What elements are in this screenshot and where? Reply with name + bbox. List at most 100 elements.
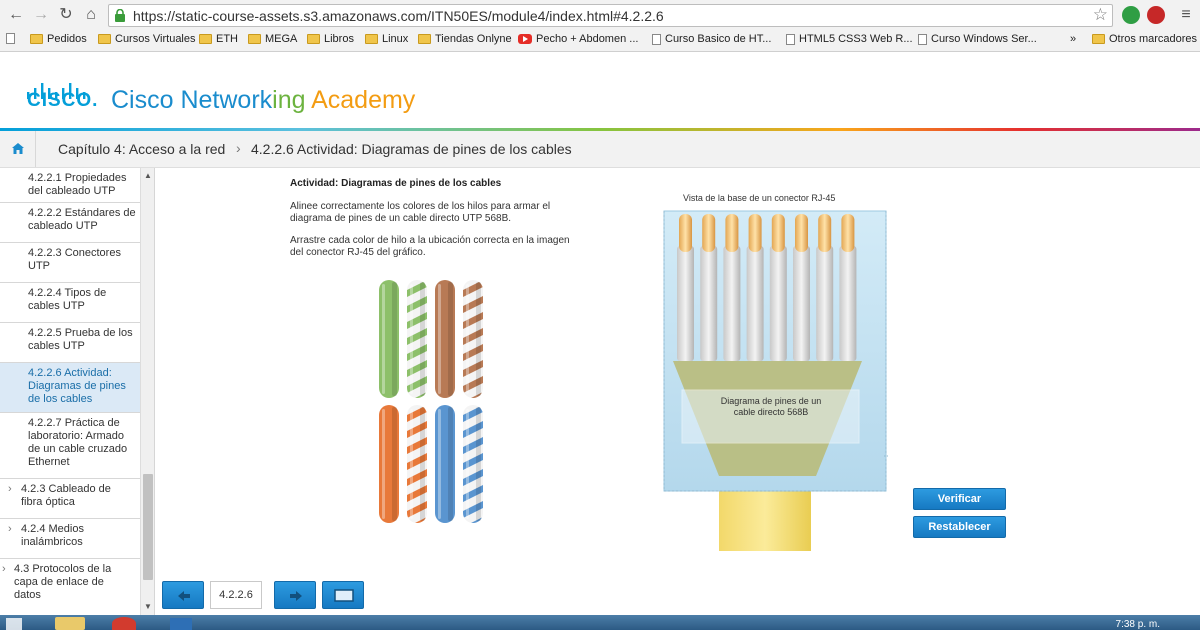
bookmark-star-icon[interactable]: ☆: [1093, 5, 1108, 25]
wire-azul[interactable]: [435, 405, 455, 523]
page-icon: [652, 33, 661, 45]
rj45-connector: [663, 210, 888, 551]
sidebar-item-4-3[interactable]: › 4.3 Protocolos de la capa de enlace de …: [0, 559, 140, 615]
scrollbar-thumb[interactable]: [143, 474, 153, 580]
sidebar-item-4-2-2-6[interactable]: 4.2.2.6 Actividad: Diagramas de pines de…: [0, 363, 140, 413]
chevron-right-icon: ›: [2, 563, 6, 575]
title-part-green: ing: [272, 86, 312, 114]
bookmark-label: Pedidos: [47, 33, 87, 45]
sidebar-item-label: 4.2.2.4 Tipos de cables UTP: [28, 287, 107, 312]
pin-slot-3[interactable]: [723, 214, 741, 361]
folder-icon: [98, 34, 111, 44]
sidebar-item-4-2-2-2[interactable]: 4.2.2.2 Estándares de cableado UTP: [0, 203, 140, 243]
sidebar-item-label: 4.2.2.5 Prueba de los cables UTP: [28, 327, 133, 352]
bookmark-linux[interactable]: Linux: [365, 33, 408, 45]
activity-instruction-1: Alinee correctamente los colores de los …: [290, 201, 551, 224]
bookmark-pedidos[interactable]: Pedidos: [30, 33, 87, 45]
bookmark-html5[interactable]: HTML5 CSS3 Web R...: [786, 33, 913, 45]
pin-slot-8[interactable]: [839, 214, 857, 361]
back-arrow-icon[interactable]: ←: [6, 5, 26, 25]
sidebar-item-label: 4.2.4 Medios inalámbricos: [21, 523, 84, 548]
previous-page-button[interactable]: [162, 581, 204, 609]
bookmarks-bar: Pedidos Cursos Virtuales ETH MEGA Libros…: [0, 30, 1200, 52]
bookmark-curso-html[interactable]: Curso Basico de HT...: [652, 33, 771, 45]
activity-instruction-2: Arrastre cada color de hilo a la ubicaci…: [290, 235, 570, 258]
pinout-diagram-label: Diagrama de pines de un cable directo 56…: [720, 396, 822, 417]
folder-icon: [30, 34, 43, 44]
lock-icon: [115, 9, 125, 22]
sidebar: 4.2.2.1 Propiedades del cableado UTP 4.2…: [0, 168, 155, 615]
bookmark-label: Curso Windows Ser...: [931, 33, 1037, 45]
verify-button[interactable]: Verificar: [913, 488, 1006, 510]
bookmark-label: HTML5 CSS3 Web R...: [799, 33, 913, 45]
pin-slot-1[interactable]: [677, 214, 694, 361]
bookmark-mega[interactable]: MEGA: [248, 33, 297, 45]
bookmark-pecho[interactable]: Pecho + Abdomen ...: [518, 33, 638, 45]
home-button[interactable]: [0, 131, 36, 167]
sidebar-item-4-2-2-3[interactable]: 4.2.2.3 Conectores UTP: [0, 243, 140, 283]
bookmark-libros[interactable]: Libros: [307, 33, 354, 45]
sidebar-item-label: 4.2.3 Cableado de fibra óptica: [21, 483, 111, 508]
page-number-field[interactable]: 4.2.2.6: [210, 581, 262, 609]
bookmark-windows[interactable]: Curso Windows Ser...: [918, 33, 1037, 45]
pin-slot-4[interactable]: [746, 214, 764, 361]
clock: 7:38 p. m.: [1115, 619, 1160, 630]
app-icon[interactable]: [170, 618, 192, 630]
wire-naranja[interactable]: [379, 405, 399, 523]
menu-icon[interactable]: ≡: [1176, 5, 1196, 25]
pin-slot-5[interactable]: [769, 214, 787, 361]
start-icon[interactable]: [6, 618, 22, 630]
bookmark-cursos-virtuales[interactable]: Cursos Virtuales: [98, 33, 196, 45]
home-icon[interactable]: ⌂: [81, 5, 101, 25]
pin-slot-2[interactable]: [700, 214, 718, 361]
folder-icon: [199, 34, 212, 44]
wire-verde[interactable]: [379, 280, 399, 398]
sidebar-item-4-2-4[interactable]: › 4.2.4 Medios inalámbricos: [0, 519, 140, 559]
sidebar-scrollbar[interactable]: ▲ ▼: [140, 168, 154, 615]
bookmark-label: Pecho + Abdomen ...: [536, 33, 639, 45]
bookmark-eth[interactable]: ETH: [199, 33, 238, 45]
extension-green-icon[interactable]: [1122, 6, 1140, 24]
sidebar-item-4-2-2-7[interactable]: 4.2.2.7 Práctica de laboratorio: Armado …: [0, 413, 140, 479]
next-page-button[interactable]: [274, 581, 316, 609]
reload-icon[interactable]: ↻: [56, 5, 76, 25]
url-text: https://static-course-assets.s3.amazonaw…: [133, 8, 664, 24]
address-bar[interactable]: https://static-course-assets.s3.amazonaw…: [108, 4, 1113, 27]
sidebar-item-4-2-2-5[interactable]: 4.2.2.5 Prueba de los cables UTP: [0, 323, 140, 363]
sidebar-item-4-2-2-4[interactable]: 4.2.2.4 Tipos de cables UTP: [0, 283, 140, 323]
apps-icon[interactable]: [6, 33, 15, 44]
bookmark-label: Otros marcadores: [1109, 33, 1198, 45]
breadcrumb-chapter[interactable]: Capítulo 4: Acceso a la red: [58, 141, 225, 157]
chrome-icon[interactable]: [112, 617, 136, 630]
breadcrumb: Capítulo 4: Acceso a la red › 4.2.2.6 Ac…: [0, 131, 1200, 168]
title-part-orange: Academy: [311, 86, 416, 114]
folder-icon: [248, 34, 261, 44]
wire-marrón[interactable]: [435, 280, 455, 398]
breadcrumb-section: 4.2.2.6 Actividad: Diagramas de pines de…: [251, 141, 572, 157]
scroll-down-icon[interactable]: ▼: [144, 602, 152, 611]
forward-arrow-icon[interactable]: →: [31, 5, 51, 25]
home-icon: [12, 143, 24, 154]
explorer-icon[interactable]: [55, 617, 85, 630]
sidebar-item-label: 4.2.2.1 Propiedades del cableado UTP: [28, 172, 127, 197]
reset-button[interactable]: Restablecer: [913, 516, 1006, 538]
scroll-up-icon[interactable]: ▲: [144, 171, 152, 180]
folder-icon: [418, 34, 431, 44]
youtube-icon: [518, 34, 532, 44]
fullscreen-button[interactable]: [322, 581, 364, 609]
bookmark-label: Tiendas Onlyne: [435, 33, 512, 45]
sidebar-item-label: 4.3 Protocolos de la capa de enlace de d…: [14, 563, 112, 601]
bookmarks-overflow[interactable]: »: [1070, 33, 1076, 45]
chevron-right-icon: ›: [8, 523, 12, 535]
sidebar-item-4-2-2-1[interactable]: 4.2.2.1 Propiedades del cableado UTP: [0, 168, 140, 203]
bookmark-tiendas[interactable]: Tiendas Onlyne: [418, 33, 512, 45]
sidebar-item-label: 4.2.2.6 Actividad: Diagramas de pines de…: [28, 367, 126, 405]
bookmark-otros[interactable]: Otros marcadores: [1092, 33, 1197, 45]
pin-slot-7[interactable]: [816, 214, 834, 361]
sidebar-item-4-2-3[interactable]: › 4.2.3 Cableado de fibra óptica: [0, 479, 140, 519]
sidebar-item-label: 4.2.2.7 Práctica de laboratorio: Armado …: [28, 417, 128, 468]
folder-icon: [1092, 34, 1105, 44]
pin-slot-6[interactable]: [793, 214, 810, 361]
extension-red-icon[interactable]: [1147, 6, 1165, 24]
connector-label: Vista de la base de un conector RJ-45: [683, 193, 836, 203]
